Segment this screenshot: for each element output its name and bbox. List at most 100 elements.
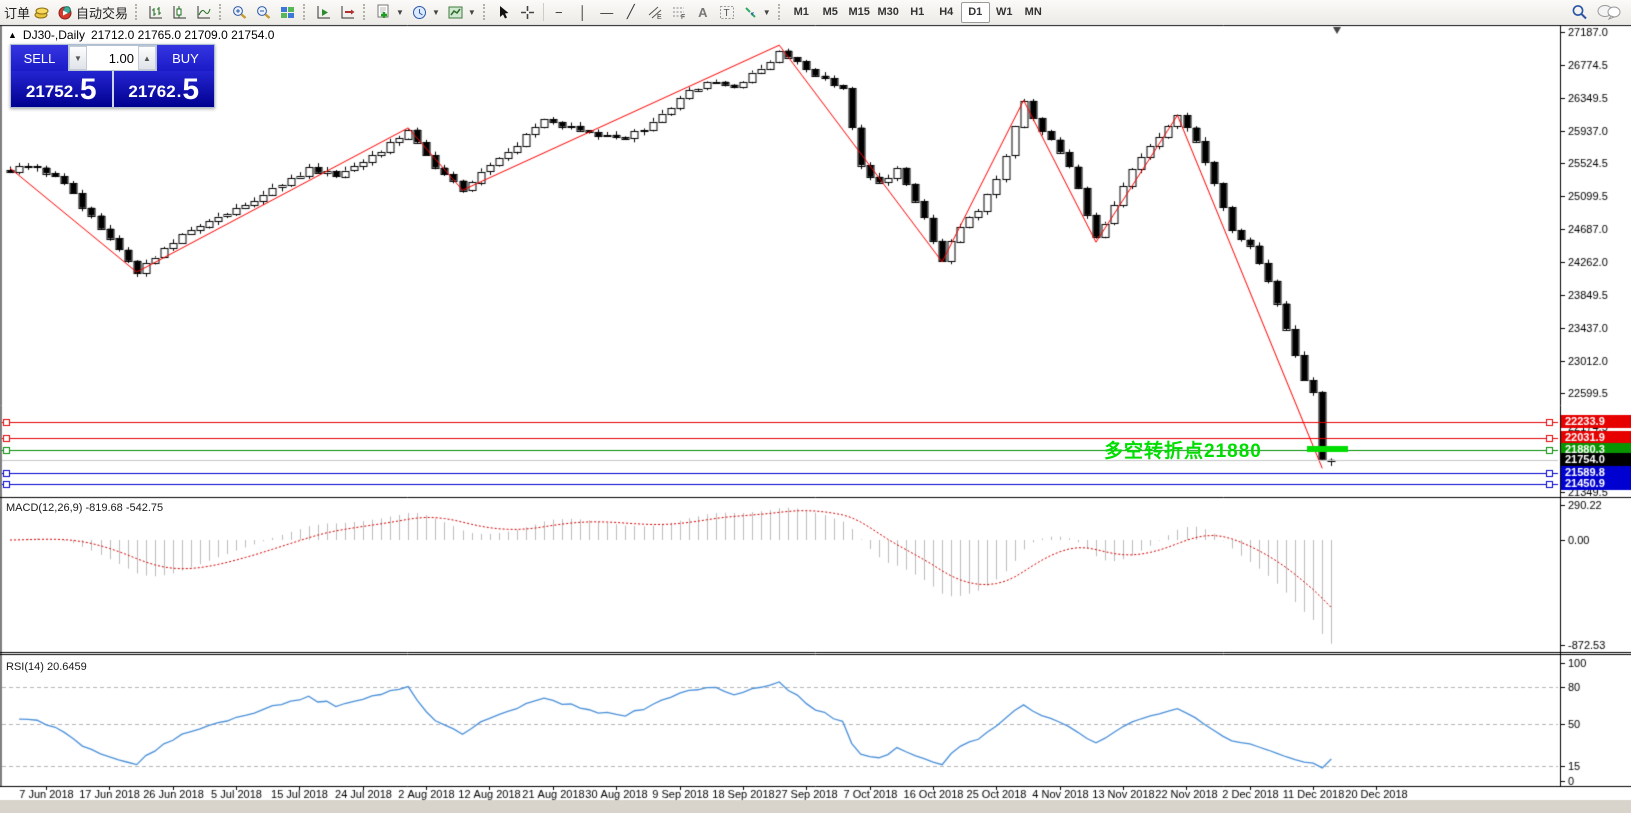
toolbar-right-group [1571, 4, 1621, 20]
timeframe-mn[interactable]: MN [1019, 2, 1048, 23]
zoom-out-icon [256, 4, 272, 20]
line-chart-mode-button[interactable] [192, 1, 216, 23]
volume-spinner: ▼ 1.00 ▲ [68, 45, 157, 71]
chart-title: ▲ DJ30-,Daily 21712.0 21765.0 21709.0 21… [8, 28, 274, 42]
volume-increase-button[interactable]: ▲ [138, 46, 156, 70]
indicators-button[interactable]: ▼ [444, 1, 480, 23]
volume-value[interactable]: 1.00 [87, 46, 138, 70]
fibonacci-tool-button[interactable]: F [667, 1, 691, 23]
minus-icon: − [551, 5, 567, 20]
auto-scroll-icon [316, 4, 332, 20]
chevron-down-icon: ▼ [468, 8, 476, 17]
chart-region: ▲ DJ30-,Daily 21712.0 21765.0 21709.0 21… [0, 24, 1631, 813]
minus-tool-button[interactable]: − [547, 1, 571, 23]
timeframe-h4[interactable]: H4 [932, 2, 961, 23]
sell-price-button[interactable]: 21752.5 [11, 71, 114, 107]
text-label-icon: T [719, 4, 735, 20]
buy-tab[interactable]: BUY [157, 45, 214, 71]
autotrade-label: 自动交易 [76, 3, 128, 22]
chart-shift-icon [340, 4, 356, 20]
zoom-out-button[interactable] [252, 1, 276, 23]
channel-tool-button[interactable]: E [643, 1, 667, 23]
chart-shift-button[interactable] [336, 1, 360, 23]
arrows-tool-button[interactable]: ▼ [739, 1, 775, 23]
svg-text:T: T [723, 8, 729, 19]
macd-indicator-label: MACD(12,26,9) -819.68 -542.75 [6, 502, 163, 514]
equidistant-channel-icon: E [647, 4, 663, 20]
zoom-in-icon [232, 4, 248, 20]
text-tool-button[interactable]: A [691, 1, 715, 23]
timeframe-w1[interactable]: W1 [990, 2, 1019, 23]
toolbar-grip [363, 4, 369, 20]
new-chart-button[interactable]: ▼ [372, 1, 408, 23]
search-icon[interactable] [1571, 4, 1587, 20]
buy-price-dot: . [177, 80, 182, 104]
zoom-in-button[interactable] [228, 1, 252, 23]
timeframe-m15[interactable]: M15 [845, 2, 874, 23]
toolbar-separator [543, 3, 544, 21]
trade-panel-top-row: SELL ▼ 1.00 ▲ BUY [11, 45, 214, 71]
toolbar-grip [219, 4, 225, 20]
symbol-period-label: DJ30-,Daily [23, 28, 85, 42]
candlestick-mode-button[interactable] [168, 1, 192, 23]
new-order-label: 订单 [4, 3, 30, 22]
candlestick-icon [172, 4, 188, 20]
gold-coins-icon [33, 4, 49, 20]
autotrade-button[interactable]: 自动交易 [53, 1, 132, 23]
svg-text:E: E [657, 14, 662, 20]
tile-windows-button[interactable] [276, 1, 300, 23]
timeframe-group: M1M5M15M30H1H4D1W1MN [787, 2, 1048, 23]
sell-price-main: 21752 [26, 80, 73, 104]
timeframe-m1[interactable]: M1 [787, 2, 816, 23]
text-icon: A [695, 5, 711, 20]
toolbar-grip [483, 4, 489, 20]
caret-up-icon: ▲ [143, 54, 151, 63]
fibonacci-icon: F [671, 4, 687, 20]
timeframe-m30[interactable]: M30 [874, 2, 903, 23]
trendline-tool-button[interactable]: ╱ [619, 1, 643, 23]
hline-tool-button[interactable]: — [595, 1, 619, 23]
periods-button[interactable]: ▼ [408, 1, 444, 23]
mt4-window: 订单 自动交易 ▼ ▼ ▼ − │ — ╱ [0, 0, 1631, 813]
new-order-button[interactable]: 订单 [0, 1, 53, 23]
auto-scroll-button[interactable] [312, 1, 336, 23]
autotrade-icon [57, 4, 73, 20]
sell-price-dot: . [74, 80, 79, 104]
vertical-line-icon: │ [575, 5, 591, 20]
timeframe-m5[interactable]: M5 [816, 2, 845, 23]
triangle-up-icon: ▲ [8, 30, 17, 40]
crosshair-button[interactable] [516, 1, 540, 23]
svg-text:F: F [681, 14, 685, 20]
label-tool-button[interactable]: T [715, 1, 739, 23]
tile-windows-icon [280, 4, 296, 20]
chat-icon[interactable] [1597, 4, 1621, 20]
volume-decrease-button[interactable]: ▼ [69, 46, 87, 70]
bar-chart-icon [148, 4, 164, 20]
chart-canvas[interactable] [0, 24, 1631, 813]
one-click-trade-panel: SELL ▼ 1.00 ▲ BUY 21752.5 21762.5 [10, 44, 215, 108]
line-chart-icon [196, 4, 212, 20]
vline-tool-button[interactable]: │ [571, 1, 595, 23]
buy-price-frac: 5 [182, 76, 199, 104]
indicators-icon [448, 4, 464, 20]
chevron-down-icon: ▼ [432, 8, 440, 17]
cursor-button[interactable] [492, 1, 516, 23]
chart-annotation-text: 多空转折点21880 [1104, 436, 1262, 463]
timeframe-h1[interactable]: H1 [903, 2, 932, 23]
crosshair-icon [520, 4, 536, 20]
sell-tab[interactable]: SELL [11, 45, 68, 71]
top-toolbar: 订单 自动交易 ▼ ▼ ▼ − │ — ╱ [0, 0, 1631, 25]
ohlc-values: 21712.0 21765.0 21709.0 21754.0 [91, 28, 275, 42]
chevron-down-icon: ▼ [763, 8, 771, 17]
sell-price-frac: 5 [80, 76, 97, 104]
arrow-objects-icon [743, 4, 759, 20]
caret-down-icon: ▼ [74, 54, 82, 63]
chevron-down-icon: ▼ [396, 8, 404, 17]
buy-price-button[interactable]: 21762.5 [114, 71, 215, 107]
trade-panel-prices: 21752.5 21762.5 [11, 71, 214, 107]
new-chart-icon [376, 4, 392, 20]
timeframe-d1[interactable]: D1 [961, 2, 990, 23]
clock-icon [412, 4, 428, 20]
bar-chart-mode-button[interactable] [144, 1, 168, 23]
toolbar-grip [135, 4, 141, 20]
